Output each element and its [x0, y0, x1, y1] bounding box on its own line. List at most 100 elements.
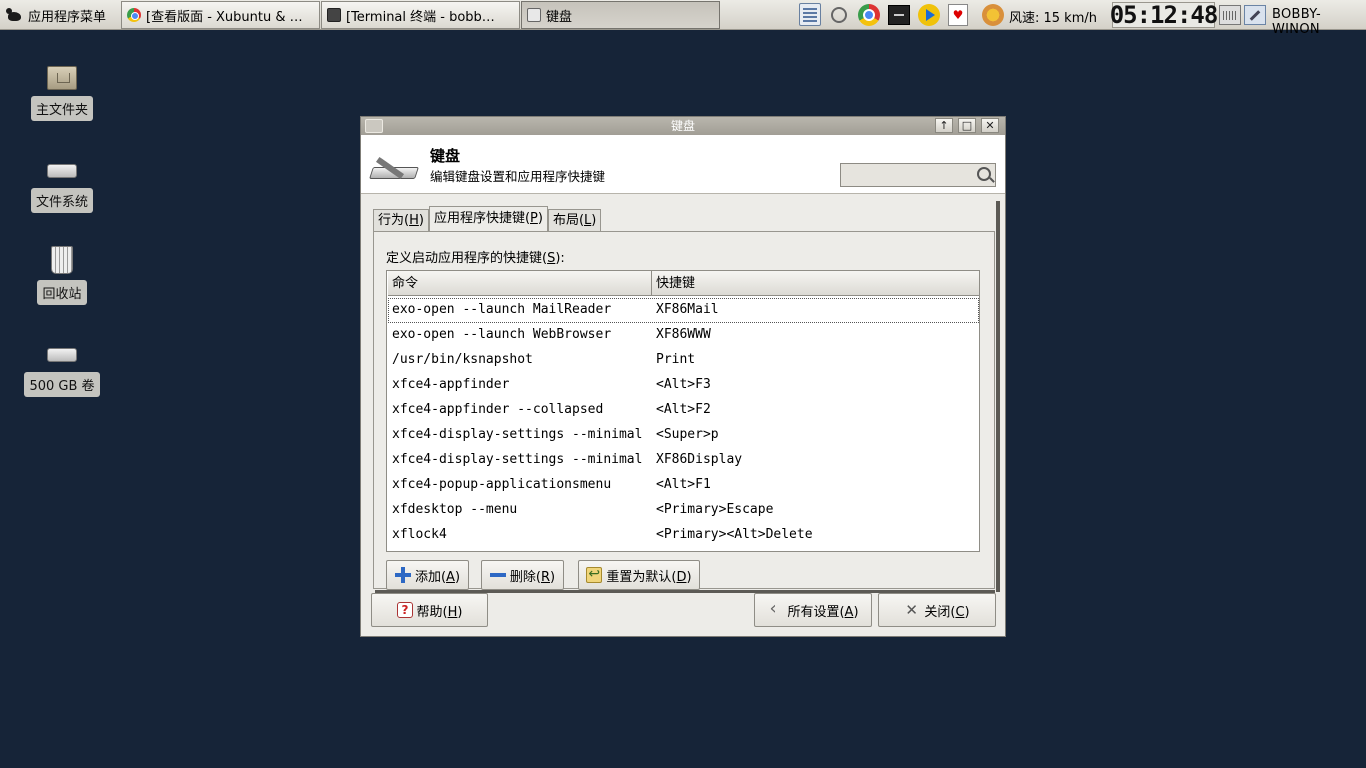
table-row[interactable]: xfce4-appfinder --collapsed <Alt>F2: [388, 398, 979, 423]
drive-icon: [47, 348, 77, 362]
desktop-icon-filesystem[interactable]: 文件系统: [17, 150, 107, 213]
dialog-header: 键盘 编辑键盘设置和应用程序快捷键: [361, 135, 1005, 194]
header-subtitle: 编辑键盘设置和应用程序快捷键: [430, 169, 606, 184]
command-cell: xfce4-display-settings --minimal: [392, 452, 643, 467]
command-cell: exo-open --launch WebBrowser: [392, 327, 612, 342]
section-label: 定义启动应用程序的快捷键(S):: [386, 251, 565, 266]
taskbar-item-label: [查看版面 - Xubuntu & …: [146, 9, 303, 25]
table-header: 命令 快捷键: [388, 271, 979, 296]
command-cell: xfdesktop --menu: [392, 502, 518, 517]
close-icon: [904, 601, 920, 619]
help-icon: [396, 602, 413, 618]
close-button[interactable]: 关闭(C): [878, 593, 996, 627]
desktop-icon-label: 主文件夹: [30, 96, 93, 121]
search-icon[interactable]: [977, 167, 991, 181]
vertical-scrollbar[interactable]: [996, 201, 1000, 592]
taskbar-item-browser[interactable]: [查看版面 - Xubuntu & …: [121, 1, 320, 29]
tab-application-shortcuts[interactable]: 应用程序快捷键(P): [428, 206, 548, 231]
shortcut-cell: <Super>p: [656, 427, 719, 442]
table-row[interactable]: xflock4 <Primary><Alt>Delete: [388, 523, 979, 548]
header-title: 键盘: [430, 147, 461, 165]
command-cell: /usr/bin/ksnapshot: [392, 352, 533, 367]
search-input[interactable]: [840, 163, 996, 187]
username[interactable]: BOBBY-WINON: [1272, 7, 1366, 37]
desktop-icon-trash[interactable]: 回收站: [17, 242, 107, 305]
command-cell: exo-open --launch MailReader: [392, 302, 612, 317]
settings-tool-icon[interactable]: [1244, 5, 1266, 25]
desktop-icon-label: 回收站: [37, 280, 87, 305]
cards-game-icon[interactable]: [948, 4, 968, 26]
taskbar-item-keyboard[interactable]: 键盘: [521, 1, 720, 29]
command-cell: xfce4-display-settings --minimal: [392, 427, 643, 442]
clock[interactable]: 05:12:48: [1110, 2, 1218, 28]
table-row[interactable]: exo-open --launch MailReader XF86Mail: [388, 298, 979, 323]
keyboard-layout-icon[interactable]: [1219, 5, 1241, 25]
maximize-icon[interactable]: □: [958, 118, 976, 133]
shortcut-cell: XF86Display: [656, 452, 743, 467]
window-title: 键盘: [670, 119, 695, 133]
table-row[interactable]: xfce4-popup-applicationsmenu <Alt>F1: [388, 473, 979, 498]
window-menu-icon[interactable]: [365, 119, 383, 133]
table-row[interactable]: xfce4-display-settings --minimal <Super>p: [388, 423, 979, 448]
app-menu-button[interactable]: 应用程序菜单: [2, 2, 118, 28]
shortcut-cell: <Alt>F1: [656, 477, 711, 492]
command-cell: xfce4-appfinder --collapsed: [392, 402, 604, 417]
weather-text[interactable]: 风速: 15 km/h: [1009, 7, 1097, 26]
table-row[interactable]: xfce4-appfinder <Alt>F3: [388, 373, 979, 398]
minus-icon: [489, 567, 506, 583]
app-menu-label: 应用程序菜单: [28, 9, 107, 25]
table-row[interactable]: xfce4-display-settings --minimal XF86Disp…: [388, 448, 979, 473]
window-titlebar[interactable]: 键盘 ↑ □ ✕: [361, 117, 1005, 135]
plus-icon: [394, 567, 411, 583]
shortcut-cell: <Alt>F2: [656, 402, 711, 417]
shortcuts-table[interactable]: 命令 快捷键 exo-open --launch MailReader XF86M…: [386, 270, 980, 552]
shortcut-cell: XF86Mail: [656, 302, 719, 317]
trash-icon: [51, 246, 73, 274]
back-arrow-icon: [767, 598, 783, 619]
table-row[interactable]: xfdesktop --menu <Primary>Escape: [388, 498, 979, 523]
chrome-icon[interactable]: [858, 4, 880, 26]
help-button[interactable]: 帮助(H): [371, 593, 488, 627]
column-header-command[interactable]: 命令: [388, 271, 652, 296]
taskbar-item-label: 键盘: [546, 9, 573, 25]
reset-default-button[interactable]: 重置为默认(D): [578, 560, 700, 590]
drive-icon: [47, 164, 77, 178]
close-window-icon[interactable]: ✕: [981, 118, 999, 133]
terminal-icon[interactable]: [888, 5, 910, 25]
desktop-icon-label: 500 GB 卷: [24, 372, 100, 397]
command-cell: xflock4: [392, 527, 447, 542]
top-panel: 应用程序菜单 [查看版面 - Xubuntu & … [Terminal 终端 …: [0, 0, 1366, 37]
add-button[interactable]: 添加(A): [386, 560, 469, 590]
shortcut-cell: XF86WWW: [656, 327, 711, 342]
taskbar-item-label: [Terminal 终端 - bobb…: [346, 9, 495, 25]
desktop-icon-home[interactable]: 主文件夹: [17, 58, 107, 121]
tab-behavior[interactable]: 行为(H): [373, 209, 429, 231]
keyboard-settings-icon: [369, 153, 419, 183]
keyboard-icon: [527, 8, 541, 22]
tab-bar: 行为(H) 应用程序快捷键(P) 布局(L): [373, 206, 602, 231]
table-body: exo-open --launch MailReader XF86Mail exo-…: [388, 298, 979, 548]
shortcut-cell: <Primary>Escape: [656, 502, 774, 517]
desktop-icon-volume[interactable]: 500 GB 卷: [17, 334, 107, 397]
table-row[interactable]: /usr/bin/ksnapshot Print: [388, 348, 979, 373]
taskbar-item-terminal[interactable]: [Terminal 终端 - bobb…: [321, 1, 520, 29]
remove-button[interactable]: 删除(R): [481, 560, 564, 590]
shade-up-icon[interactable]: ↑: [935, 118, 953, 133]
media-player-icon[interactable]: [918, 4, 940, 26]
shortcut-cell: Print: [656, 352, 696, 367]
shortcut-cell: <Alt>F3: [656, 377, 711, 392]
keyboard-settings-window: 键盘 ↑ □ ✕ 键盘 编辑键盘设置和应用程序快捷键 行为(H) 应用程序快捷键…: [360, 116, 1006, 637]
command-cell: xfce4-popup-applicationsmenu: [392, 477, 612, 492]
column-header-shortcut[interactable]: 快捷键: [652, 271, 979, 296]
terminal-icon: [327, 8, 341, 22]
calculator-icon[interactable]: [799, 3, 821, 26]
home-folder-icon: [47, 66, 77, 90]
all-settings-button[interactable]: 所有设置(A): [754, 593, 872, 627]
search-icon[interactable]: [828, 3, 850, 26]
undo-icon: [586, 566, 603, 583]
xfce-mouse-icon: [6, 7, 24, 23]
table-row[interactable]: exo-open --launch WebBrowser XF86WWW: [388, 323, 979, 348]
command-cell: xfce4-appfinder: [392, 377, 510, 392]
weather-icon[interactable]: [982, 4, 1004, 26]
tab-layout[interactable]: 布局(L): [547, 209, 602, 231]
